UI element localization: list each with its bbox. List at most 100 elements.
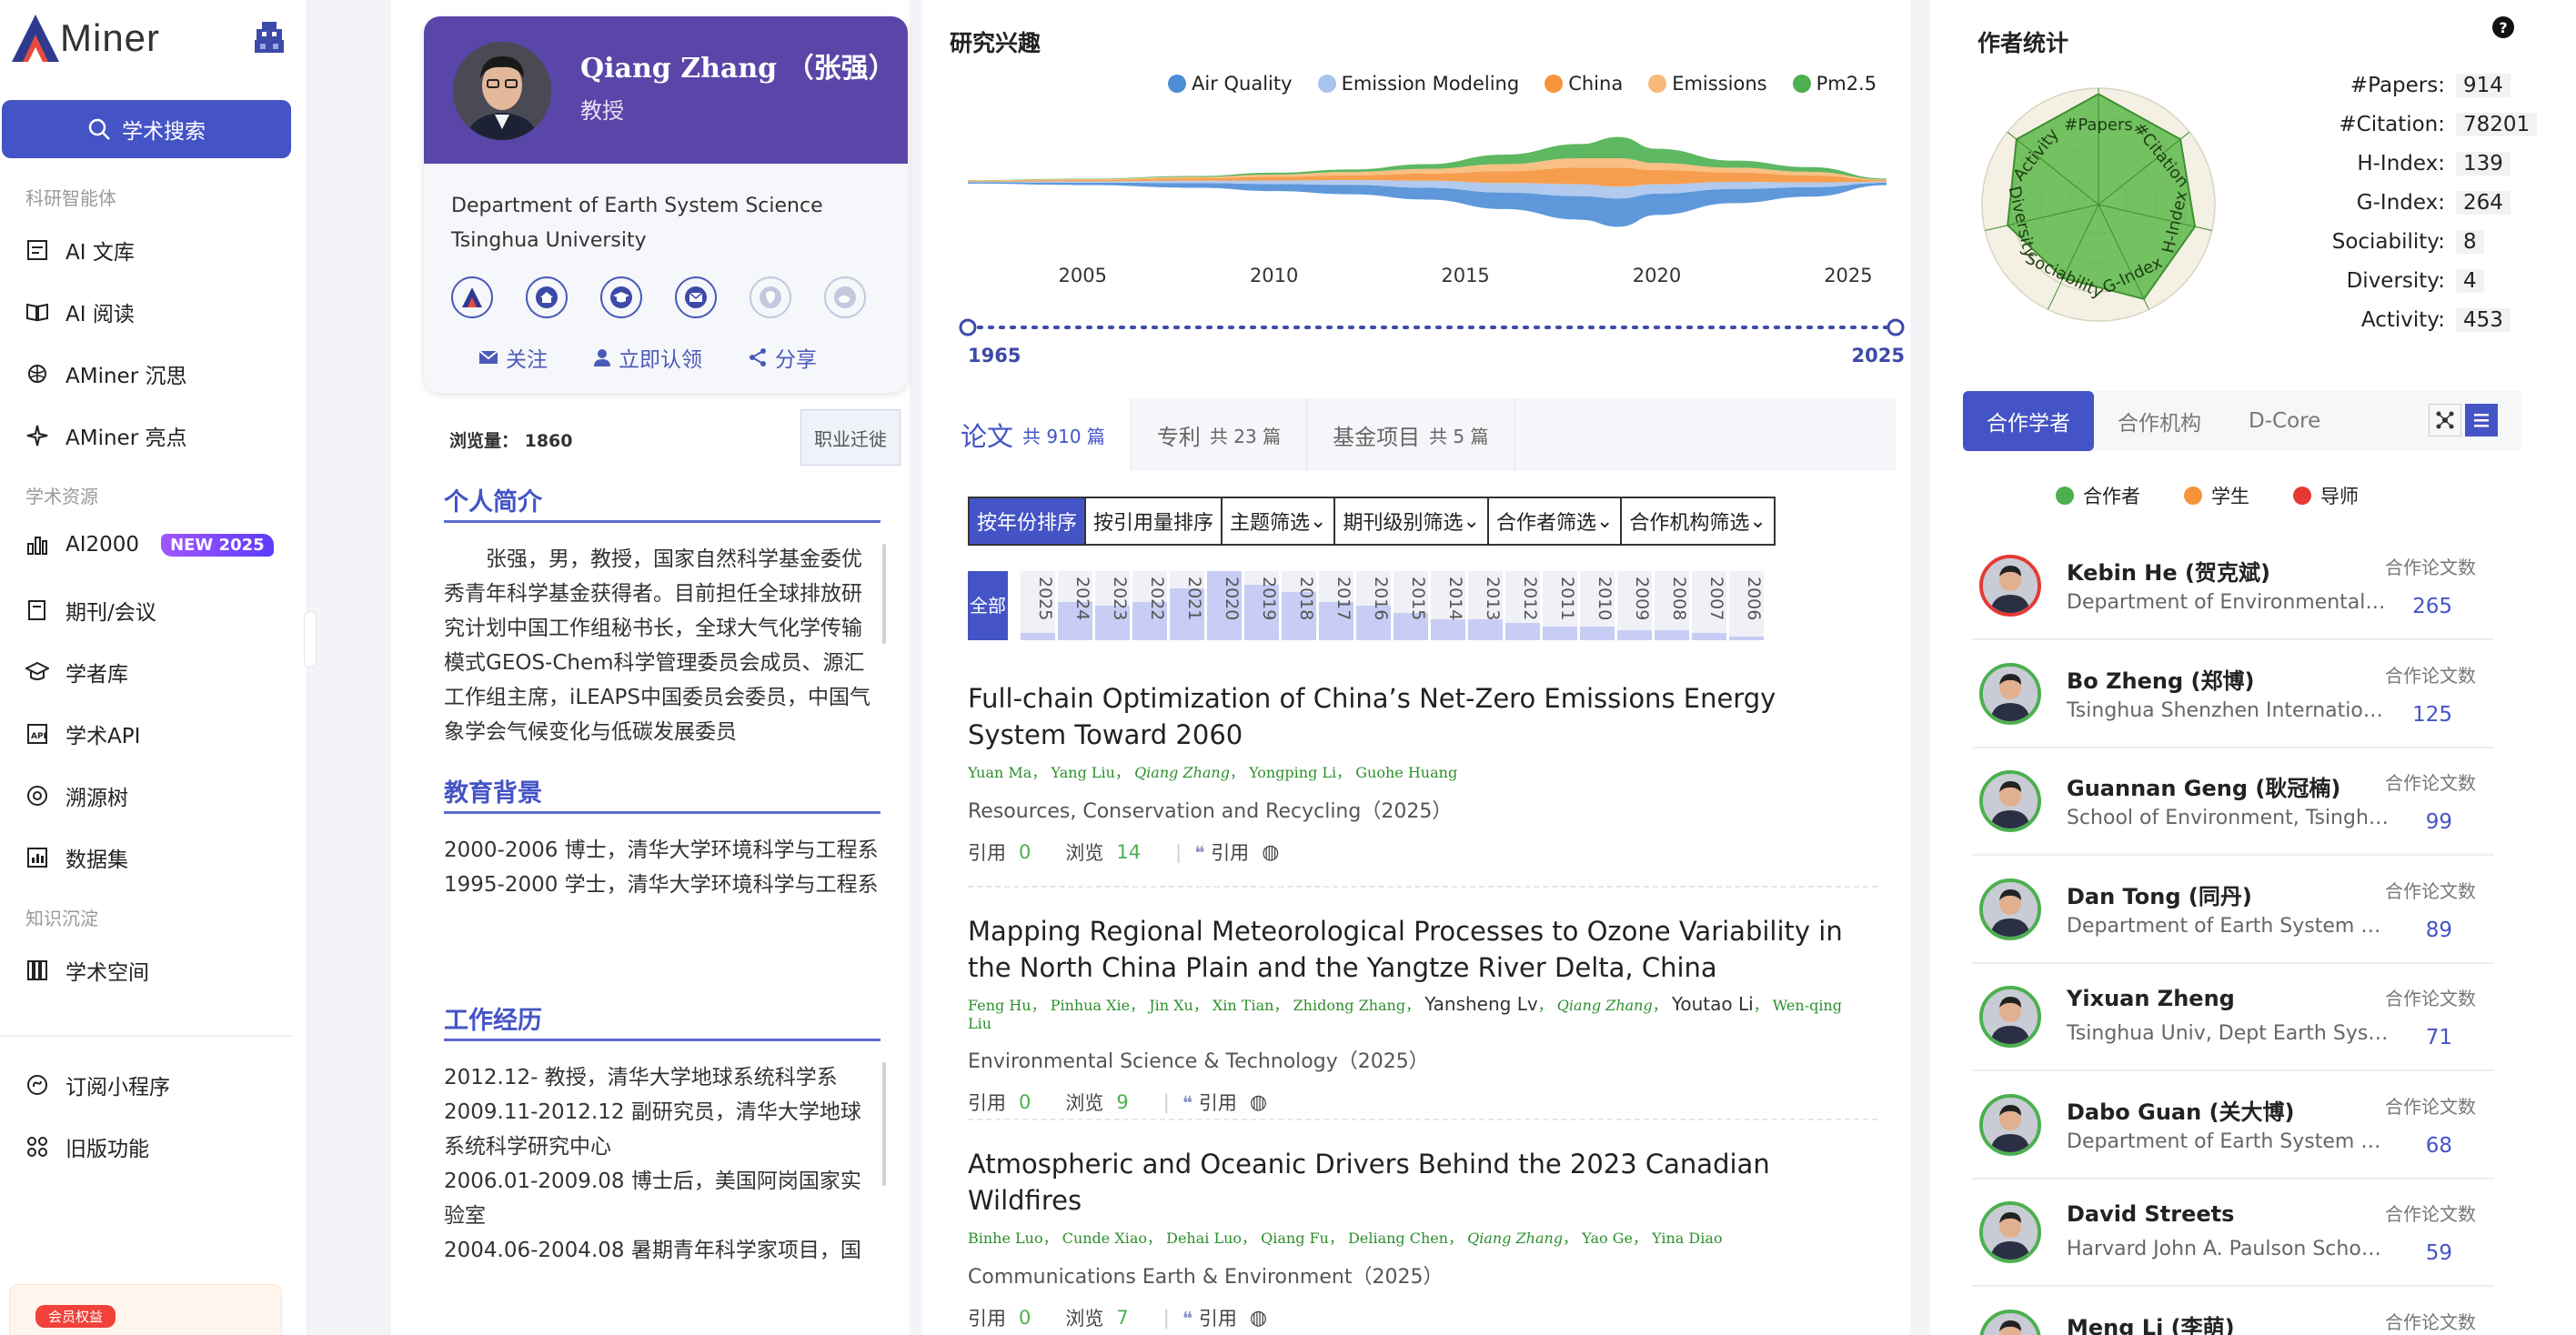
year-bar[interactable]: 2022 bbox=[1132, 571, 1167, 640]
bio-scrollbar[interactable] bbox=[882, 544, 886, 644]
year-bar[interactable]: 2011 bbox=[1543, 571, 1577, 640]
range-start-handle[interactable] bbox=[959, 318, 977, 336]
coauthor-filter-dropdown[interactable]: 合作者筛选 ⌄ bbox=[1488, 498, 1623, 544]
coauthor-name[interactable]: Kebin He (贺克斌) bbox=[2067, 555, 2270, 587]
graph-view-button[interactable] bbox=[2429, 404, 2461, 437]
sidebar-item-datasets[interactable]: 数据集 bbox=[25, 842, 128, 873]
paper-title[interactable]: Mapping Regional Meteorological Processe… bbox=[968, 913, 1868, 986]
author-link[interactable]: Deliang Chen bbox=[1348, 1230, 1448, 1247]
tab-patents[interactable]: 专利共 23 篇 bbox=[1132, 398, 1308, 471]
sidebar-item-aminer-highlights[interactable]: AMiner 亮点 bbox=[25, 420, 186, 451]
author-link[interactable]: Cunde Xiao bbox=[1062, 1230, 1147, 1247]
stream-layer-air-quality[interactable] bbox=[968, 182, 1887, 227]
range-end-handle[interactable] bbox=[1887, 318, 1905, 336]
sidebar-item-legacy[interactable]: 旧版功能 bbox=[25, 1131, 149, 1162]
legend-item[interactable]: 学生 bbox=[2184, 482, 2249, 509]
quote-button[interactable]: ❝ 引用 bbox=[1194, 838, 1249, 866]
sidebar-item-trace-tree[interactable]: 溯源树 bbox=[25, 780, 128, 811]
coauthor-item[interactable]: Yixuan Zheng Tsinghua Univ, Dept Earth Sy… bbox=[1972, 975, 2494, 1071]
coauthor-item[interactable]: Dabo Guan (关大博) Department of Earth Syste… bbox=[1972, 1083, 2494, 1179]
tab-institutions[interactable]: 合作机构 bbox=[2094, 391, 2225, 451]
year-bar[interactable]: 2006 bbox=[1729, 571, 1764, 640]
sidebar-item-scholars[interactable]: 学者库 bbox=[25, 657, 128, 688]
coauthor-item[interactable]: David Streets Harvard John A. Paulson Sch… bbox=[1972, 1190, 2494, 1287]
author-link[interactable]: Yuan Ma bbox=[968, 764, 1031, 781]
year-bar[interactable]: 2010 bbox=[1580, 571, 1615, 640]
quote-button[interactable]: ❝ 引用 bbox=[1182, 1304, 1237, 1331]
year-all-button[interactable]: 全部 bbox=[968, 571, 1008, 640]
location-link[interactable] bbox=[750, 276, 791, 318]
year-bar[interactable]: 2008 bbox=[1655, 571, 1689, 640]
legend-item[interactable]: Pm2.5 bbox=[1792, 73, 1877, 95]
year-bar[interactable]: 2018 bbox=[1282, 571, 1316, 640]
claim-button[interactable]: 立即认领 bbox=[593, 342, 702, 373]
year-bar[interactable]: 2016 bbox=[1356, 571, 1391, 640]
user-avatar-icon[interactable] bbox=[251, 20, 287, 56]
sort-by-citation-button[interactable]: 按引用量排序 bbox=[1086, 498, 1223, 544]
list-view-button[interactable] bbox=[2465, 404, 2498, 437]
year-bar[interactable]: 2023 bbox=[1095, 571, 1130, 640]
coauthor-name[interactable]: Dan Tong (同丹) bbox=[2067, 878, 2252, 910]
author-link[interactable]: Qiang Zhang bbox=[1467, 1230, 1563, 1247]
member-benefits-card[interactable]: 会员权益 bbox=[9, 1284, 282, 1335]
author-link[interactable]: Qiang Zhang bbox=[1134, 764, 1230, 781]
quote-button[interactable]: ❝ 引用 bbox=[1182, 1089, 1237, 1116]
year-bar[interactable]: 2015 bbox=[1394, 571, 1428, 640]
year-bar[interactable]: 2020 bbox=[1207, 571, 1242, 640]
coauthor-item[interactable]: Guannan Geng (耿冠楠) School of Environment,… bbox=[1972, 759, 2494, 856]
year-bar[interactable]: 2013 bbox=[1468, 571, 1503, 640]
aminer-logo[interactable]: Miner bbox=[7, 11, 160, 65]
author-link[interactable]: Feng Hu bbox=[968, 997, 1031, 1014]
homepage-link[interactable] bbox=[526, 276, 568, 318]
year-bar[interactable]: 2017 bbox=[1319, 571, 1353, 640]
sidebar-collapse-handle[interactable] bbox=[304, 611, 317, 668]
tab-grants[interactable]: 基金项目共 5 篇 bbox=[1307, 398, 1515, 471]
work-scrollbar[interactable] bbox=[882, 1062, 886, 1186]
coauthor-item[interactable]: Bo Zheng (郑博) Tsinghua Shenzhen Internati… bbox=[1972, 652, 2494, 748]
coauthor-name[interactable]: Yixuan Zheng bbox=[2067, 986, 2235, 1011]
coauthor-name[interactable]: Dabo Guan (关大博) bbox=[2067, 1094, 2295, 1126]
year-bar[interactable]: 2007 bbox=[1692, 571, 1726, 640]
year-bar[interactable]: 2012 bbox=[1505, 571, 1540, 640]
year-bar[interactable]: 2021 bbox=[1170, 571, 1204, 640]
email-link[interactable] bbox=[675, 276, 717, 318]
sidebar-item-ai2000[interactable]: AI2000 NEW 2025 bbox=[25, 533, 274, 557]
legend-item[interactable]: Air Quality bbox=[1168, 73, 1293, 95]
author-link[interactable]: Binhe Luo bbox=[968, 1230, 1043, 1247]
sidebar-item-academic-space[interactable]: 学术空间 bbox=[25, 955, 149, 986]
year-bar[interactable]: 2019 bbox=[1244, 571, 1279, 640]
coauthor-item[interactable]: Meng Li (李萌)Department of Civil Engineer… bbox=[1972, 1299, 2494, 1335]
sidebar-item-aminer-think[interactable]: AMiner 沉思 bbox=[25, 358, 186, 389]
aminer-profile-link[interactable] bbox=[451, 276, 493, 318]
weibo-link[interactable] bbox=[824, 276, 866, 318]
author-link[interactable]: Yao Ge bbox=[1582, 1230, 1633, 1247]
venue-level-filter-dropdown[interactable]: 期刊级别筛选 ⌄ bbox=[1335, 498, 1489, 544]
author-link[interactable]: Qiang Fu bbox=[1261, 1230, 1329, 1247]
coauthor-name[interactable]: Guannan Geng (耿冠楠) bbox=[2067, 770, 2340, 802]
tab-coauthors[interactable]: 合作学者 bbox=[1963, 391, 2094, 451]
career-migration-button[interactable]: 职业迁徙 bbox=[800, 409, 901, 466]
year-bar[interactable]: 2009 bbox=[1617, 571, 1652, 640]
author-link[interactable]: Yang Liu bbox=[1051, 764, 1115, 781]
author-link[interactable]: Yongping Li bbox=[1249, 764, 1336, 781]
sidebar-item-api[interactable]: API 学术API bbox=[25, 718, 140, 749]
year-bar[interactable]: 2024 bbox=[1058, 571, 1092, 640]
globe-icon[interactable]: ◍ bbox=[1250, 1307, 1267, 1330]
tab-dcore[interactable]: D-Core bbox=[2225, 391, 2344, 451]
institution-filter-dropdown[interactable]: 合作机构筛选 ⌄ bbox=[1622, 498, 1774, 544]
year-bar[interactable]: 2025 bbox=[1021, 571, 1055, 640]
author-link[interactable]: Jin Xu bbox=[1149, 997, 1193, 1014]
globe-icon[interactable]: ◍ bbox=[1262, 841, 1279, 864]
paper-title[interactable]: Full-chain Optimization of China’s Net-Z… bbox=[968, 680, 1868, 753]
sidebar-item-ai-reading[interactable]: AI 阅读 bbox=[25, 296, 135, 327]
author-link[interactable]: Youtao Li bbox=[1672, 993, 1754, 1015]
legend-item[interactable]: China bbox=[1545, 73, 1623, 95]
coauthor-name[interactable]: Meng Li (李萌) bbox=[2067, 1310, 2235, 1335]
sort-by-year-button[interactable]: 按年份排序 bbox=[970, 498, 1087, 544]
follow-button[interactable]: 关注 bbox=[478, 342, 548, 373]
author-link[interactable]: Qiang Zhang bbox=[1557, 997, 1653, 1014]
year-bar[interactable]: 2014 bbox=[1431, 571, 1465, 640]
author-link[interactable]: Yansheng Lv bbox=[1424, 993, 1538, 1015]
paper-title[interactable]: Atmospheric and Oceanic Drivers Behind t… bbox=[968, 1146, 1868, 1219]
globe-icon[interactable]: ◍ bbox=[1250, 1091, 1267, 1114]
